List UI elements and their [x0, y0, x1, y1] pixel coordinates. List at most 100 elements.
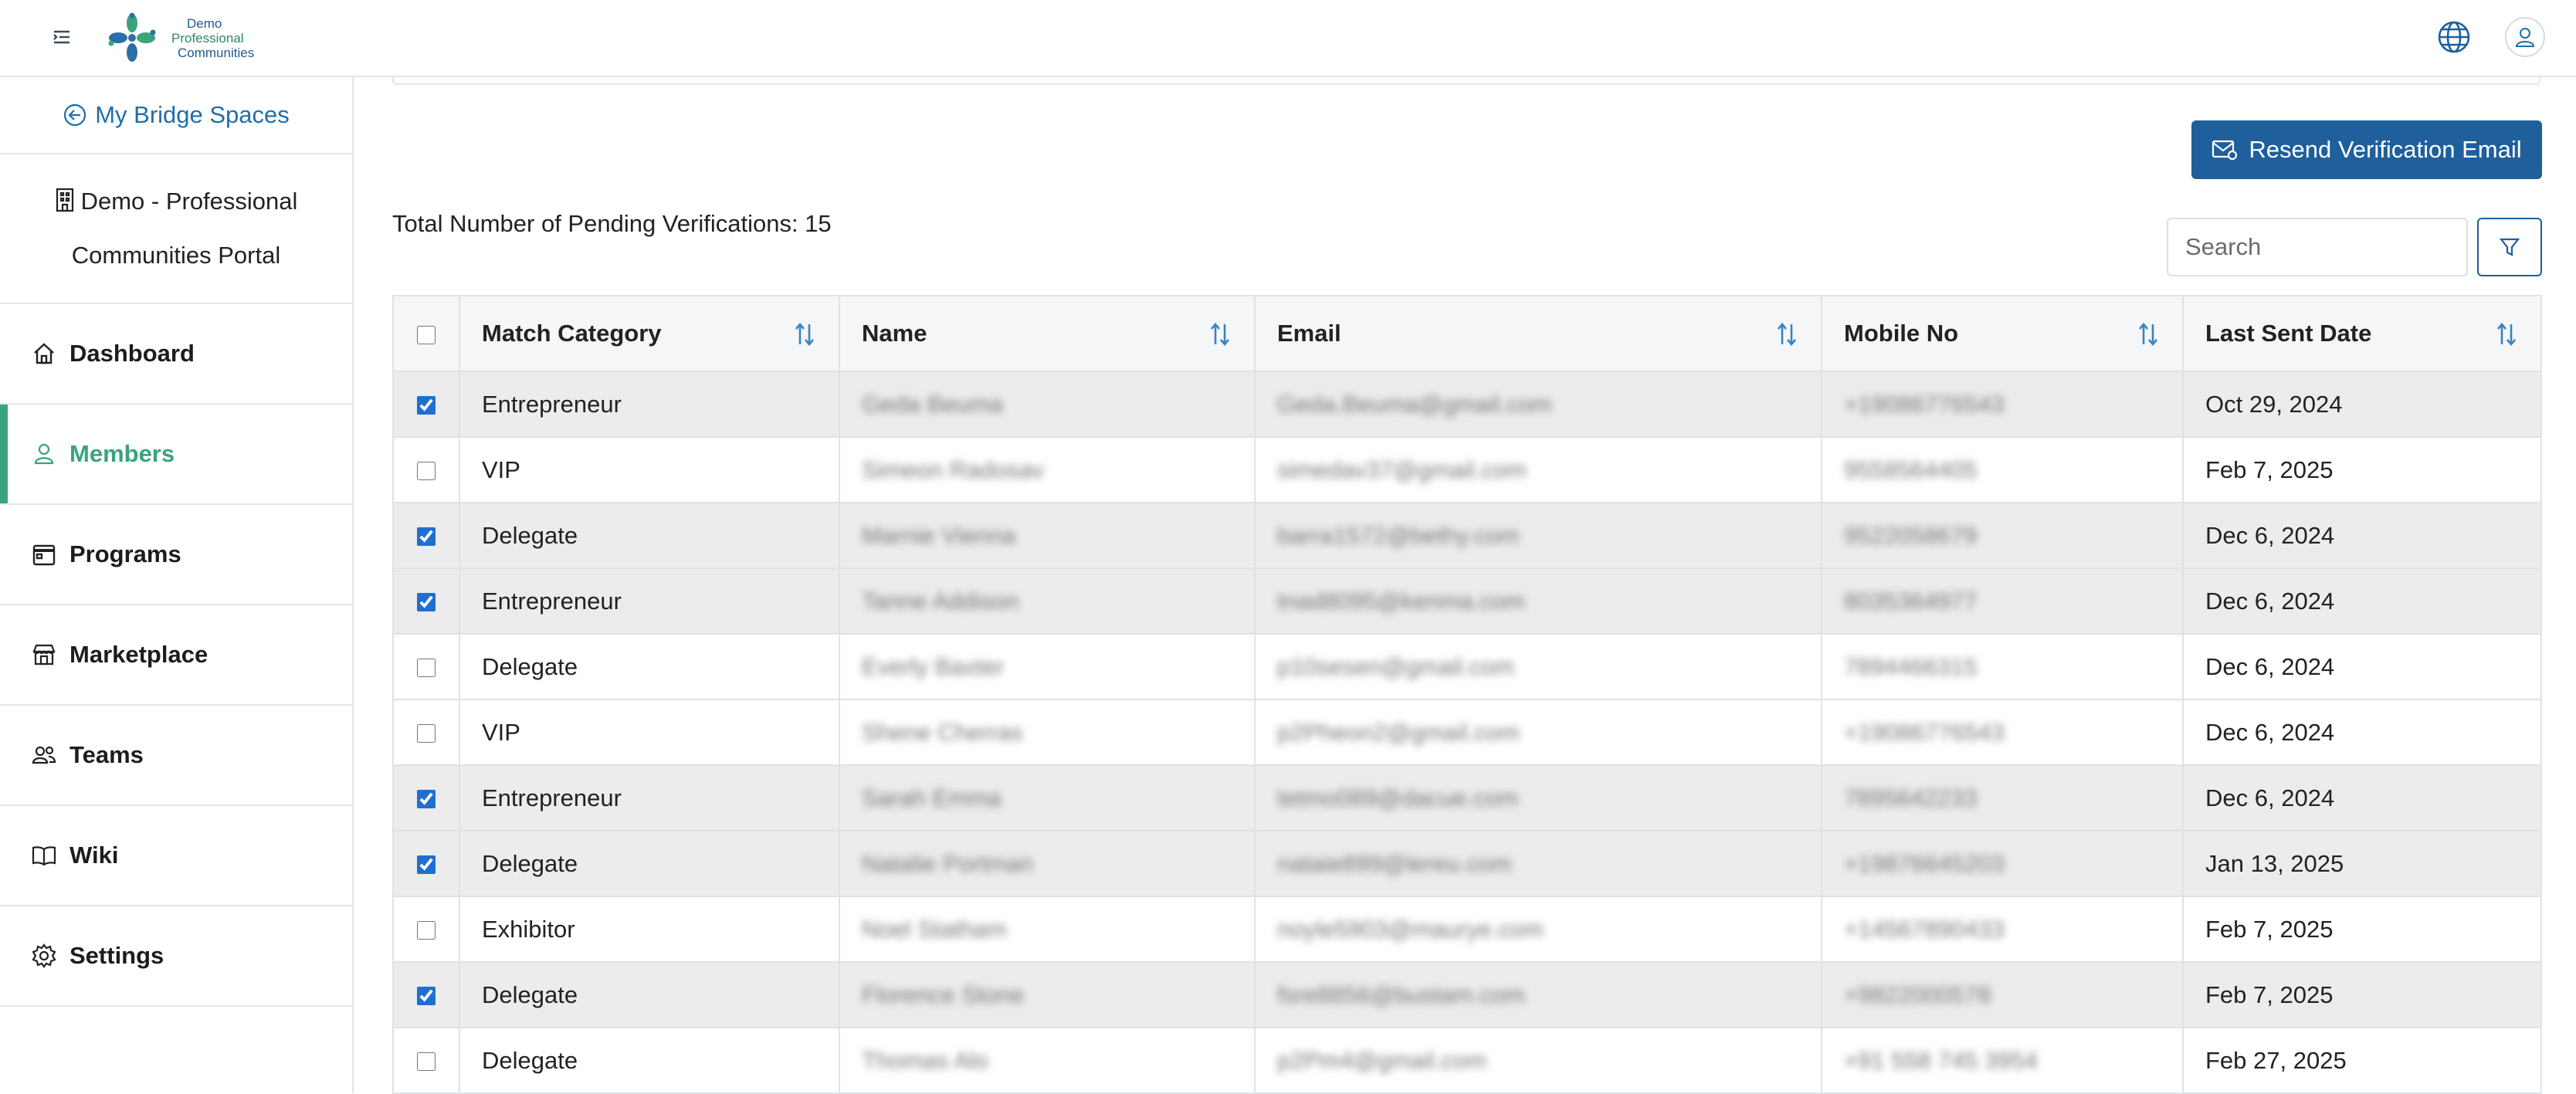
table-row[interactable]: Entrepreneur Sarah Emma tetmo089@dacue.com… — [392, 764, 2542, 832]
row-checkbox[interactable] — [417, 462, 436, 481]
user-icon — [2515, 28, 2535, 47]
cell-last-sent-date: Dec 6, 2024 — [2182, 764, 2542, 832]
cell-email: tnad8095@kenma.com — [1254, 567, 1822, 635]
cell-match-category-text: Entrepreneur — [482, 390, 622, 418]
users-icon — [31, 742, 57, 768]
back-to-bridge-spaces-link[interactable]: My Bridge Spaces — [0, 77, 352, 154]
cell-name: Simeon Radosav — [839, 436, 1256, 503]
sort-icon[interactable] — [2494, 321, 2519, 347]
column-header-name[interactable]: Name — [839, 295, 1256, 372]
row-checkbox[interactable] — [417, 593, 436, 612]
cell-name: Tanne Addison — [839, 567, 1256, 635]
sort-icon[interactable] — [792, 321, 817, 347]
sort-icon[interactable] — [2136, 321, 2161, 347]
user-menu-button[interactable] — [2505, 17, 2545, 57]
cell-mobile-text: +19086776543 — [1844, 390, 2005, 418]
cell-match-category: Delegate — [459, 633, 840, 700]
cell-name: Florence Stone — [839, 961, 1256, 1028]
resend-button-label: Resend Verification Email — [2249, 136, 2522, 163]
row-checkbox[interactable] — [417, 987, 436, 1006]
cell-email-text: p10sesen@gmail.com — [1277, 652, 1515, 680]
cell-last-sent-date-text: Dec 6, 2024 — [2205, 587, 2335, 615]
cell-last-sent-date-text: Oct 29, 2024 — [2205, 390, 2343, 418]
gear-icon — [31, 943, 57, 969]
search-input[interactable] — [2167, 218, 2468, 276]
sidebar-item-members[interactable]: Members — [0, 405, 352, 505]
sidebar-item-dashboard[interactable]: Dashboard — [0, 304, 352, 405]
table-row[interactable]: VIP Simeon Radosav simedav37@gmail.com 9558… — [392, 436, 2542, 503]
table-row[interactable]: Delegate Thomas Alo p2Pm4@gmail.com +91 558… — [392, 1027, 2542, 1094]
table-row[interactable]: Delegate Florence Stone fsre8856@bustam.co… — [392, 961, 2542, 1028]
top-bar: Demo Professional Communities — [0, 0, 2576, 77]
cell-match-category-text: Entrepreneur — [482, 784, 622, 811]
table-row[interactable]: Delegate Natalie Portman nataie899@lereu.c… — [392, 830, 2542, 897]
person-icon — [31, 441, 57, 467]
row-checkbox[interactable] — [417, 855, 436, 875]
column-header-match-category[interactable]: Match Category — [459, 295, 840, 372]
store-icon — [31, 642, 57, 668]
row-checkbox[interactable] — [417, 527, 436, 547]
cell-mobile-text: 9522058679 — [1844, 521, 1978, 549]
table-row[interactable]: VIP Shene Cherras p2Pheon2@gmail.com +19086… — [392, 699, 2542, 766]
sidebar-item-programs[interactable]: Programs — [0, 505, 352, 605]
sidebar-item-marketplace[interactable]: Marketplace — [0, 605, 352, 706]
sidebar-item-label: Teams — [69, 741, 144, 768]
cell-match-category: VIP — [459, 436, 840, 503]
table-row[interactable]: Delegate Everly Baxter p10sesen@gmail.com 7… — [392, 633, 2542, 700]
table-row[interactable]: Entrepreneur Tanne Addison tnad8095@kenma.… — [392, 567, 2542, 635]
sort-icon[interactable] — [1774, 321, 1799, 347]
row-select-cell — [392, 436, 460, 503]
column-header-last-sent-date[interactable]: Last Sent Date — [2182, 295, 2542, 372]
cell-email: p10sesen@gmail.com — [1254, 633, 1822, 700]
column-header-mobile[interactable]: Mobile No — [1821, 295, 2184, 372]
row-checkbox[interactable] — [417, 790, 436, 809]
cell-last-sent-date-text: Dec 6, 2024 — [2205, 784, 2335, 811]
sidebar-item-wiki[interactable]: Wiki — [0, 806, 352, 906]
pending-verifications-table: Match Category Name Email Mobile No Last… — [392, 295, 2542, 1094]
cell-last-sent-date: Dec 6, 2024 — [2182, 502, 2542, 569]
cell-last-sent-date: Dec 6, 2024 — [2182, 567, 2542, 635]
cell-mobile-text: 8035364977 — [1844, 587, 1978, 615]
table-row[interactable]: Delegate Marnie Vienna barra1572@bethy.com… — [392, 502, 2542, 569]
cell-name-text: Everly Baxter — [862, 652, 1005, 680]
cell-mobile: 7895642233 — [1821, 764, 2184, 832]
cell-name-text: Sarah Emma — [862, 784, 1002, 811]
table-row[interactable]: Exhibitor Noel Statham noyle5903@maurye.co… — [392, 896, 2542, 963]
logo[interactable]: Demo Professional Communities — [108, 11, 254, 65]
home-icon — [31, 340, 57, 367]
sidebar-item-teams[interactable]: Teams — [0, 706, 352, 806]
cell-last-sent-date-text: Dec 6, 2024 — [2205, 718, 2335, 746]
row-checkbox[interactable] — [417, 724, 436, 743]
sidebar-item-label: Programs — [69, 540, 181, 567]
cell-email: tetmo089@dacue.com — [1254, 764, 1822, 832]
row-checkbox[interactable] — [417, 1052, 436, 1072]
row-checkbox[interactable] — [417, 396, 436, 415]
menu-toggle-icon[interactable] — [49, 25, 74, 49]
cell-name-text: Geda Beuma — [862, 390, 1003, 418]
sidebar: My Bridge Spaces Demo - Professional Com… — [0, 77, 354, 1093]
filter-button[interactable] — [2477, 218, 2542, 276]
row-checkbox[interactable] — [417, 659, 436, 678]
select-all-checkbox[interactable] — [417, 325, 436, 344]
table-row[interactable]: Entrepreneur Geda Beuma Geda.Beuma@gmail.c… — [392, 371, 2542, 438]
sort-icon[interactable] — [1208, 321, 1232, 347]
column-header-email[interactable]: Email — [1254, 295, 1822, 372]
cell-name: Sarah Emma — [839, 764, 1256, 832]
row-checkbox[interactable] — [417, 921, 436, 940]
cell-match-category: Delegate — [459, 1027, 840, 1094]
resend-verification-button[interactable]: Resend Verification Email — [2191, 120, 2542, 179]
book-icon — [31, 842, 57, 869]
sidebar-item-label: Settings — [69, 942, 164, 969]
cell-email-text: p2Pheon2@gmail.com — [1277, 718, 1520, 746]
filter-icon — [2499, 238, 2520, 256]
main-content: Resend Verification Email Total Number o… — [355, 77, 2576, 1094]
cell-email: p2Pheon2@gmail.com — [1254, 699, 1822, 766]
cell-name-text: Tanne Addison — [862, 587, 1019, 615]
sidebar-item-settings[interactable]: Settings — [0, 906, 352, 1007]
sidebar-item-label: Marketplace — [69, 641, 208, 668]
globe-icon[interactable] — [2435, 19, 2473, 56]
logo-line: Demo — [187, 15, 222, 31]
cell-match-category: Entrepreneur — [459, 371, 840, 438]
cell-mobile-text: +9822000578 — [1844, 981, 1991, 1008]
cell-match-category-text: Delegate — [482, 1046, 578, 1074]
